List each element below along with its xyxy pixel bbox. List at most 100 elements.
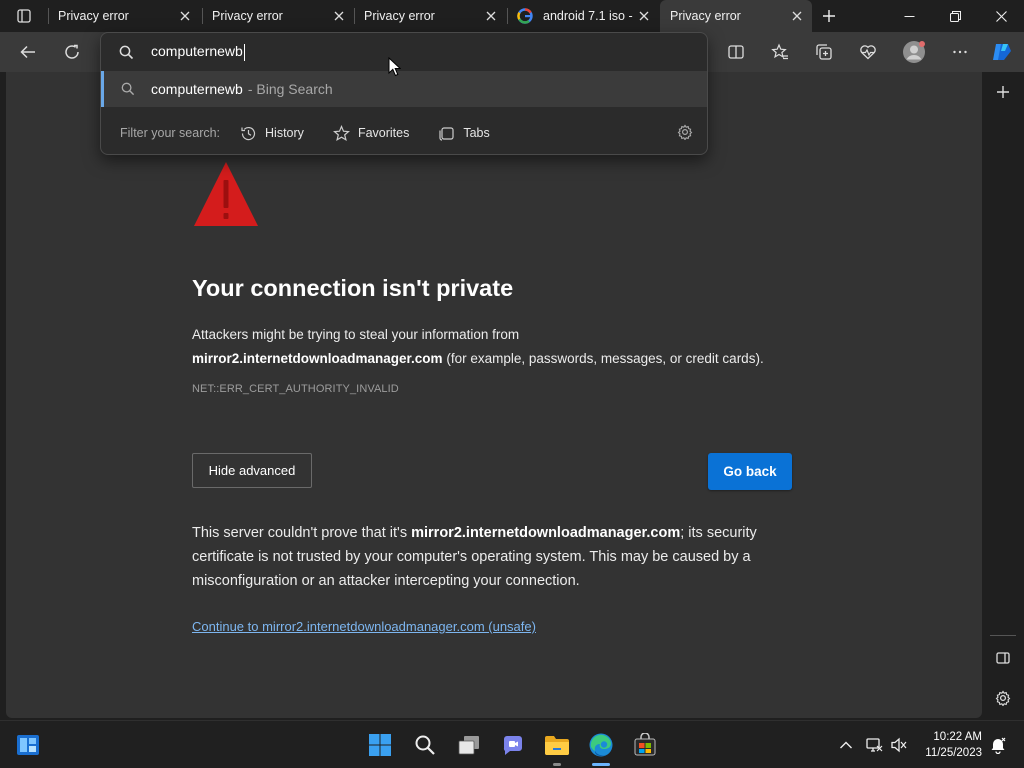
mouse-cursor-icon — [388, 57, 401, 77]
page-title: Your connection isn't private — [192, 275, 514, 301]
filter-favorites[interactable]: Favorites — [332, 124, 410, 142]
tab-actions-button[interactable] — [0, 0, 48, 32]
plus-icon — [823, 10, 835, 22]
edge-taskbar-button[interactable] — [585, 729, 617, 761]
network-button[interactable] — [862, 735, 886, 755]
back-button[interactable] — [12, 36, 44, 68]
favorites-button[interactable] — [764, 36, 796, 68]
proceed-unsafe-link[interactable]: Continue to mirror2.internetdownloadmana… — [192, 619, 536, 634]
tab-separator — [202, 8, 203, 24]
browser-essentials-button[interactable] — [852, 36, 884, 68]
google-icon — [517, 8, 533, 24]
tab-close-button[interactable] — [176, 7, 194, 25]
tab-title: Privacy error — [58, 9, 129, 23]
intro-before: Attackers might be trying to steal your … — [192, 327, 520, 342]
close-icon — [486, 11, 496, 21]
filter-history[interactable]: History — [240, 125, 304, 142]
tab-close-button[interactable] — [788, 7, 806, 25]
search-settings-button[interactable] — [677, 124, 693, 143]
sidebar-settings-button[interactable] — [986, 683, 1020, 713]
close-window-button[interactable] — [978, 0, 1024, 32]
file-explorer-button[interactable] — [541, 729, 573, 761]
chevron-up-icon — [840, 741, 852, 749]
tab-title: Privacy error — [364, 9, 435, 23]
tab-actions-icon — [17, 9, 31, 23]
tab-0[interactable]: Privacy error — [48, 0, 200, 32]
star-icon — [332, 124, 350, 141]
tab-close-button[interactable] — [330, 7, 348, 25]
folder-icon — [545, 736, 569, 755]
teams-chat-button[interactable] — [497, 729, 529, 761]
refresh-button[interactable] — [56, 36, 88, 68]
profile-button[interactable] — [898, 36, 930, 68]
filter-tabs-label: Tabs — [463, 126, 490, 140]
sidebar-divider — [990, 635, 1016, 636]
tab-2[interactable]: Privacy error — [354, 0, 506, 32]
plus-icon — [997, 86, 1009, 98]
filter-tabs[interactable]: Tabs — [438, 125, 490, 142]
hide-sidebar-button[interactable] — [986, 643, 1020, 673]
tab-close-button[interactable] — [482, 7, 500, 25]
windows-logo-icon — [369, 734, 391, 756]
search-filter-row: Filter your search: History Favorites Ta… — [101, 113, 707, 153]
copilot-button[interactable] — [986, 36, 1018, 68]
tab-3[interactable]: android 7.1 iso - — [507, 0, 659, 32]
edge-sidebar — [982, 72, 1024, 718]
task-view-button[interactable] — [453, 729, 485, 761]
detail-host: mirror2.internetdownloadmanager.com — [411, 525, 681, 541]
tab-1[interactable]: Privacy error — [202, 0, 354, 32]
clock-date: 11/25/2023 — [925, 747, 982, 759]
widgets-button[interactable] — [12, 729, 44, 761]
go-back-button[interactable]: Go back — [708, 453, 792, 490]
volume-button[interactable] — [887, 735, 911, 755]
start-button[interactable] — [364, 729, 396, 761]
store-button[interactable] — [629, 729, 661, 761]
address-bar-input[interactable]: computernewb — [101, 33, 707, 71]
history-icon — [241, 126, 256, 140]
suggestion-item[interactable]: computernewb - Bing Search — [101, 71, 707, 107]
network-icon — [866, 738, 883, 752]
arrow-left-icon — [20, 45, 35, 59]
filter-label: Filter your search: — [120, 126, 221, 140]
error-code: NET::ERR_CERT_AUTHORITY_INVALID — [192, 383, 399, 395]
new-tab-button[interactable] — [814, 4, 844, 28]
close-icon — [639, 11, 649, 21]
tab-title: android 7.1 iso - — [543, 9, 633, 23]
intro-after: (for example, passwords, messages, or cr… — [446, 351, 764, 366]
search-icon — [415, 735, 435, 755]
search-taskbar-button[interactable] — [409, 729, 441, 761]
minimize-button[interactable] — [886, 0, 932, 32]
split-screen-button[interactable] — [720, 36, 752, 68]
volume-muted-icon — [891, 737, 907, 753]
gear-icon — [677, 124, 693, 141]
collections-button[interactable] — [808, 36, 840, 68]
hide-advanced-button[interactable]: Hide advanced — [192, 453, 312, 488]
tab-close-button[interactable] — [635, 7, 653, 25]
search-icon — [121, 82, 134, 96]
collections-icon — [816, 44, 832, 60]
heartbeat-icon — [860, 45, 876, 60]
close-icon — [334, 11, 344, 21]
text-caret — [243, 43, 245, 61]
clock[interactable]: 10:22 AM 11/25/2023 — [918, 729, 982, 761]
address-bar-value: computernewb — [151, 43, 245, 61]
restore-button[interactable] — [932, 0, 978, 32]
edge-icon — [589, 733, 613, 757]
tab-4-active[interactable]: Privacy error — [660, 0, 812, 32]
search-icon — [119, 45, 133, 59]
notifications-button[interactable] — [986, 735, 1010, 755]
chat-icon — [503, 736, 522, 755]
close-icon — [792, 11, 802, 21]
settings-more-button[interactable] — [944, 36, 976, 68]
show-hidden-icons-button[interactable] — [834, 735, 858, 755]
sidebar-add-button[interactable] — [986, 77, 1020, 107]
search-icon-wrap — [101, 45, 151, 60]
task-view-icon — [458, 736, 479, 755]
favorites-star-icon — [771, 43, 788, 60]
copilot-icon — [993, 44, 1011, 60]
filter-favorites-label: Favorites — [357, 126, 410, 140]
warning-triangle-icon — [194, 162, 258, 226]
tab-strip: Privacy error Privacy error Privacy erro… — [0, 0, 1024, 32]
tab-separator — [48, 8, 49, 24]
detail-before: This server couldn't prove that it's — [192, 525, 408, 541]
